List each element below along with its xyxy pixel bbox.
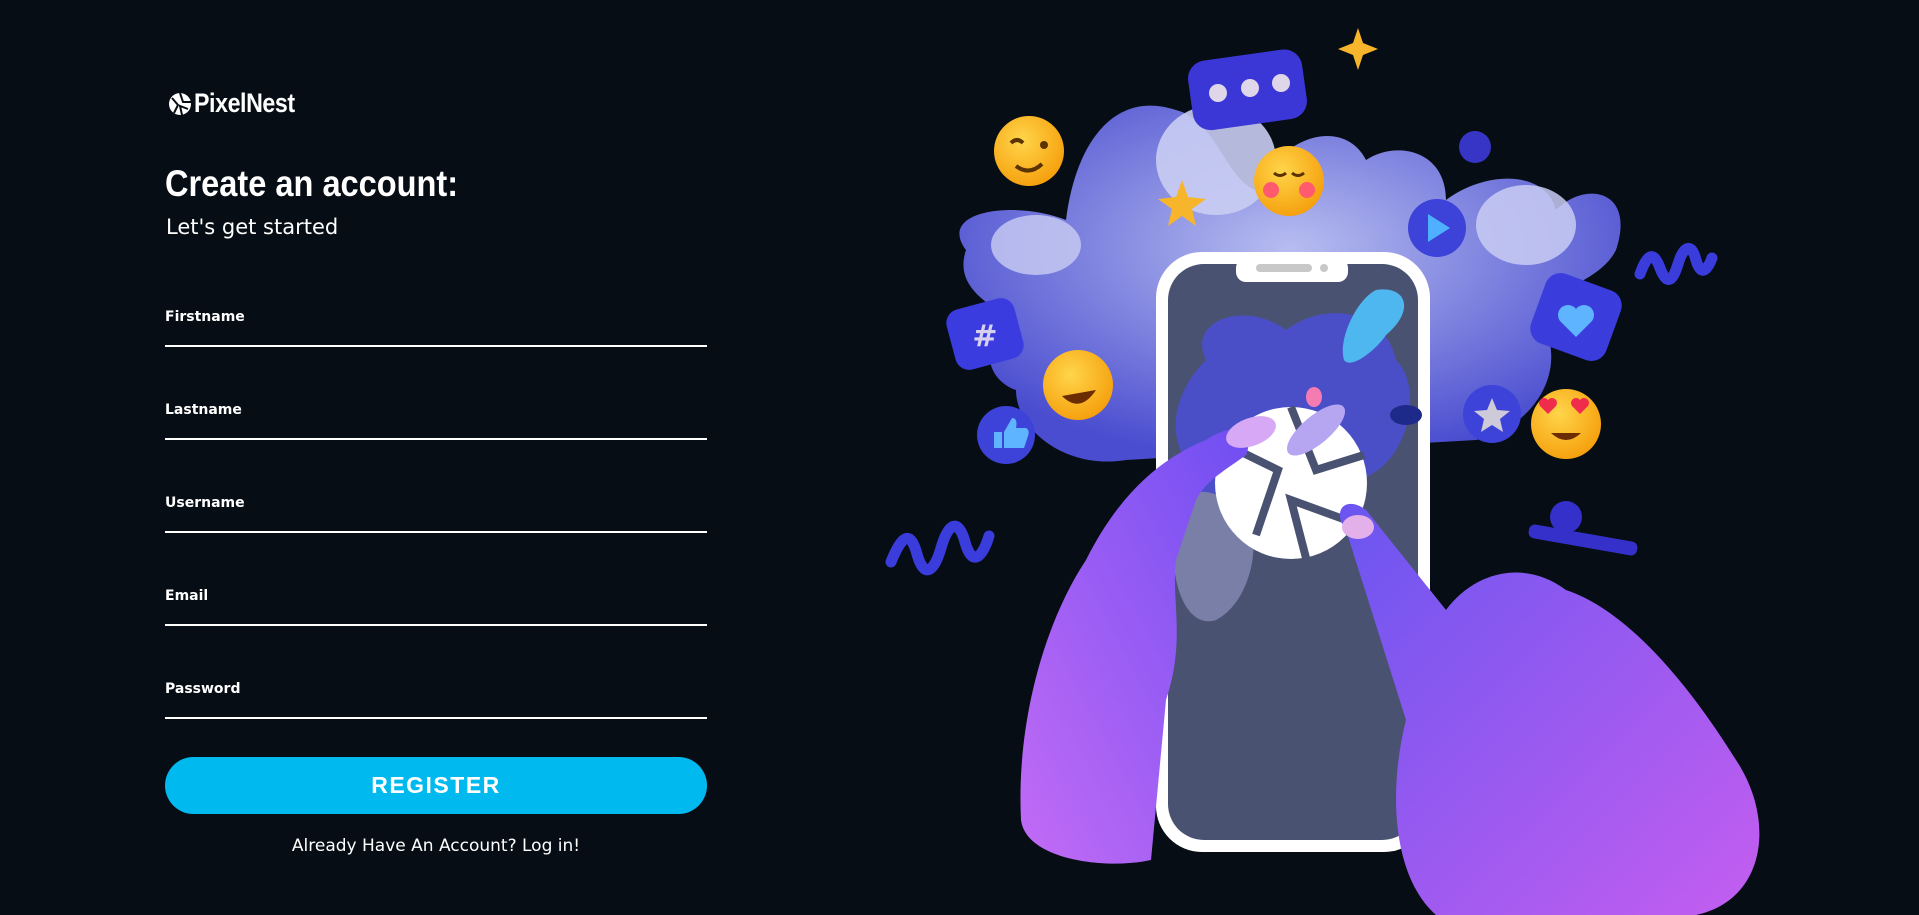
lastname-label: Lastname [165,402,242,418]
firstname-field: Firstname [165,309,707,347]
username-input[interactable] [165,513,707,531]
register-panel: PixelNest Create an account: Let's get s… [0,0,786,915]
password-field: Password [165,681,707,719]
camera-shutter-icon [169,92,191,115]
firstname-input[interactable] [165,327,707,345]
squiggle-decoration [1634,243,1718,285]
heart-eyes-emoji-icon [1531,389,1601,459]
username-field: Username [165,495,707,533]
sparkle-icon [1338,28,1378,70]
email-field: Email [165,588,707,626]
play-icon [1408,199,1466,257]
winking-emoji-icon [994,116,1064,186]
right-hand [1339,503,1760,915]
register-button[interactable]: REGISTER [165,757,707,814]
hands-phone-illustration: # [885,28,1760,915]
lastname-field: Lastname [165,402,707,440]
page-title: Create an account: [165,163,459,204]
squiggle-decoration [885,520,995,576]
username-label: Username [165,495,245,511]
chat-bubble-icon [1188,49,1307,131]
email-label: Email [165,588,209,604]
page-subtitle: Let's get started [166,215,339,239]
firstname-label: Firstname [165,309,245,325]
like-icon [977,406,1035,464]
password-label: Password [165,681,241,697]
email-input[interactable] [165,606,707,624]
dot-decoration [1459,131,1491,163]
blushing-emoji-icon [1254,146,1324,216]
brand-name: PixelNest [194,88,295,118]
login-link[interactable]: Already Have An Account? Log in! [165,836,707,856]
register-page: PixelNest Create an account: Let's get s… [0,0,1919,915]
seesaw-decoration [1528,501,1638,556]
star-badge-icon [1463,385,1521,443]
brand-logo[interactable]: PixelNest [168,88,311,119]
svg-text:#: # [972,319,997,354]
password-input[interactable] [165,699,707,717]
lastname-input[interactable] [165,420,707,438]
hero-illustration: # [786,0,1919,915]
laughing-emoji-icon [1043,350,1113,420]
